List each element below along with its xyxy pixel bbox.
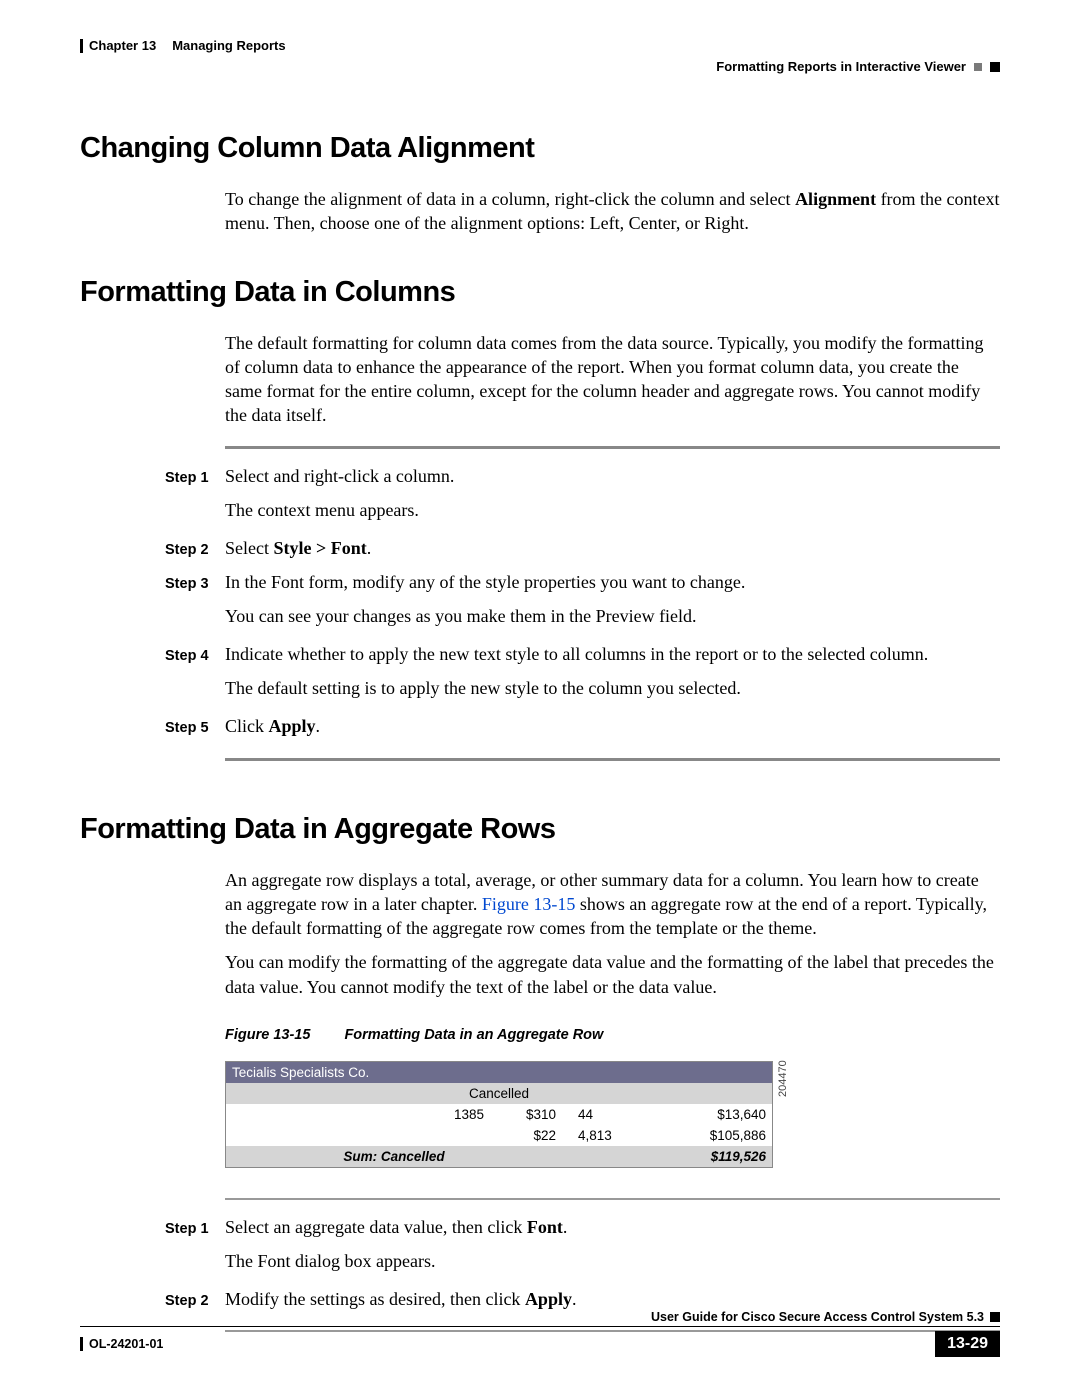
cell: 4,813 bbox=[562, 1125, 664, 1146]
heading-aggregate: Formatting Data in Aggregate Rows bbox=[80, 813, 1000, 846]
sum-label: Sum: Cancelled bbox=[226, 1146, 563, 1168]
text-fragment: Modify the settings as desired, then cli… bbox=[225, 1289, 525, 1309]
step-text: In the Font form, modify any of the styl… bbox=[225, 569, 1000, 595]
step-row: Step 5 Click Apply. bbox=[80, 713, 1000, 739]
step-text: Modify the settings as desired, then cli… bbox=[225, 1286, 1000, 1312]
cell: $310 bbox=[490, 1104, 562, 1125]
step-row: Step 2 Modify the settings as desired, t… bbox=[80, 1286, 1000, 1312]
step-text: Select and right-click a column. bbox=[225, 463, 1000, 489]
step-row: Step 2 Select Style > Font. bbox=[80, 535, 1000, 561]
text-fragment: . bbox=[572, 1289, 577, 1309]
step-text: Indicate whether to apply the new text s… bbox=[225, 641, 1000, 667]
cell: $13,640 bbox=[664, 1104, 773, 1125]
step-row: Step 4 Indicate whether to apply the new… bbox=[80, 641, 1000, 667]
step-row: Step 3 In the Font form, modify any of t… bbox=[80, 569, 1000, 595]
step-label: Step 1 bbox=[165, 1219, 225, 1240]
cell bbox=[226, 1125, 409, 1146]
heading-columns: Formatting Data in Columns bbox=[80, 276, 1000, 309]
divider bbox=[225, 1198, 1000, 1200]
step-sub: You can see your changes as you make the… bbox=[80, 603, 1000, 629]
step-label: Step 1 bbox=[165, 468, 225, 489]
sum-value: $119,526 bbox=[562, 1146, 773, 1168]
footer-bottom-row: OL-24201-01 13-29 bbox=[80, 1331, 1000, 1357]
step-row: Step 1 Select and right-click a column. bbox=[80, 463, 1000, 489]
alignment-paragraph: To change the alignment of data in a col… bbox=[80, 187, 1000, 236]
text-bold: Style > Font bbox=[273, 538, 366, 558]
divider bbox=[225, 446, 1000, 449]
text-fragment: . bbox=[316, 716, 321, 736]
cell: $105,886 bbox=[664, 1125, 773, 1146]
text-fragment: . bbox=[367, 538, 372, 558]
text-fragment: To change the alignment of data in a col… bbox=[225, 189, 795, 209]
figure-code: 204470 bbox=[777, 1060, 789, 1097]
figure-link[interactable]: Figure 13-15 bbox=[482, 894, 576, 914]
chapter-number: Chapter 13 bbox=[89, 38, 156, 53]
figure-illustration: Tecialis Specialists Co. Cancelled 1385 … bbox=[80, 1061, 1000, 1168]
text-fragment: Select an aggregate data value, then cli… bbox=[225, 1217, 527, 1237]
step-label: Step 2 bbox=[165, 540, 225, 561]
footer-end-icon bbox=[990, 1312, 1000, 1322]
text-bold: Font bbox=[527, 1217, 563, 1237]
sum-row: Sum: Cancelled $119,526 bbox=[226, 1146, 773, 1168]
header-marker-icon bbox=[974, 63, 982, 71]
category-header: Cancelled bbox=[226, 1083, 773, 1104]
header-end-icon bbox=[990, 62, 1000, 72]
text-fragment: . bbox=[563, 1217, 568, 1237]
divider bbox=[225, 758, 1000, 761]
columns-intro: The default formatting for column data c… bbox=[80, 331, 1000, 428]
footer-doc-id: OL-24201-01 bbox=[89, 1337, 163, 1351]
step-text: Select Style > Font. bbox=[225, 535, 1000, 561]
aggregate-p2: You can modify the formatting of the agg… bbox=[80, 950, 1000, 999]
header-bar-icon bbox=[80, 39, 83, 53]
page-footer: User Guide for Cisco Secure Access Contr… bbox=[80, 1310, 1000, 1357]
step-label: Step 5 bbox=[165, 718, 225, 739]
cell: 44 bbox=[562, 1104, 664, 1125]
heading-alignment: Changing Column Data Alignment bbox=[80, 132, 1000, 165]
footer-bar-icon bbox=[80, 1337, 83, 1351]
text-bold: Apply bbox=[525, 1289, 572, 1309]
table-row: $22 4,813 $105,886 bbox=[226, 1125, 773, 1146]
step-text: Select an aggregate data value, then cli… bbox=[225, 1214, 1000, 1240]
text-fragment: Select bbox=[225, 538, 273, 558]
header-chapter-row: Chapter 13 Managing Reports bbox=[80, 38, 1000, 53]
step-sub: The Font dialog box appears. bbox=[80, 1248, 1000, 1274]
document-page: Chapter 13 Managing Reports Formatting R… bbox=[0, 0, 1080, 1397]
step-label: Step 3 bbox=[165, 574, 225, 595]
aggregate-p1: An aggregate row displays a total, avera… bbox=[80, 868, 1000, 941]
cell: $22 bbox=[490, 1125, 562, 1146]
table-row: 1385 $310 44 $13,640 bbox=[226, 1104, 773, 1125]
footer-guide-title: User Guide for Cisco Secure Access Contr… bbox=[651, 1310, 984, 1324]
step-label: Step 4 bbox=[165, 646, 225, 667]
figure-number: Figure 13-15 bbox=[225, 1027, 310, 1043]
text-bold: Apply bbox=[269, 716, 316, 736]
page-number: 13-29 bbox=[935, 1331, 1000, 1357]
step-sub: The default setting is to apply the new … bbox=[80, 675, 1000, 701]
figure-title: Formatting Data in an Aggregate Row bbox=[344, 1027, 603, 1043]
header-section-row: Formatting Reports in Interactive Viewer bbox=[80, 59, 1000, 74]
footer-doc-id-row: OL-24201-01 bbox=[80, 1337, 163, 1351]
figure-caption: Figure 13-15 Formatting Data in an Aggre… bbox=[80, 1027, 1000, 1043]
aggregate-example-table: Tecialis Specialists Co. Cancelled 1385 … bbox=[225, 1061, 773, 1168]
step-text: Click Apply. bbox=[225, 713, 1000, 739]
footer-rule bbox=[80, 1326, 1000, 1327]
cell: 1385 bbox=[408, 1104, 490, 1125]
company-header: Tecialis Specialists Co. bbox=[226, 1062, 773, 1084]
cell bbox=[226, 1104, 409, 1125]
footer-guide-title-row: User Guide for Cisco Secure Access Contr… bbox=[80, 1310, 1000, 1326]
cell bbox=[408, 1125, 490, 1146]
chapter-title: Managing Reports bbox=[172, 38, 285, 53]
text-fragment: Click bbox=[225, 716, 269, 736]
step-row: Step 1 Select an aggregate data value, t… bbox=[80, 1214, 1000, 1240]
page-header: Chapter 13 Managing Reports Formatting R… bbox=[80, 38, 1000, 74]
step-sub: The context menu appears. bbox=[80, 497, 1000, 523]
section-title: Formatting Reports in Interactive Viewer bbox=[716, 59, 966, 74]
text-bold: Alignment bbox=[795, 189, 876, 209]
